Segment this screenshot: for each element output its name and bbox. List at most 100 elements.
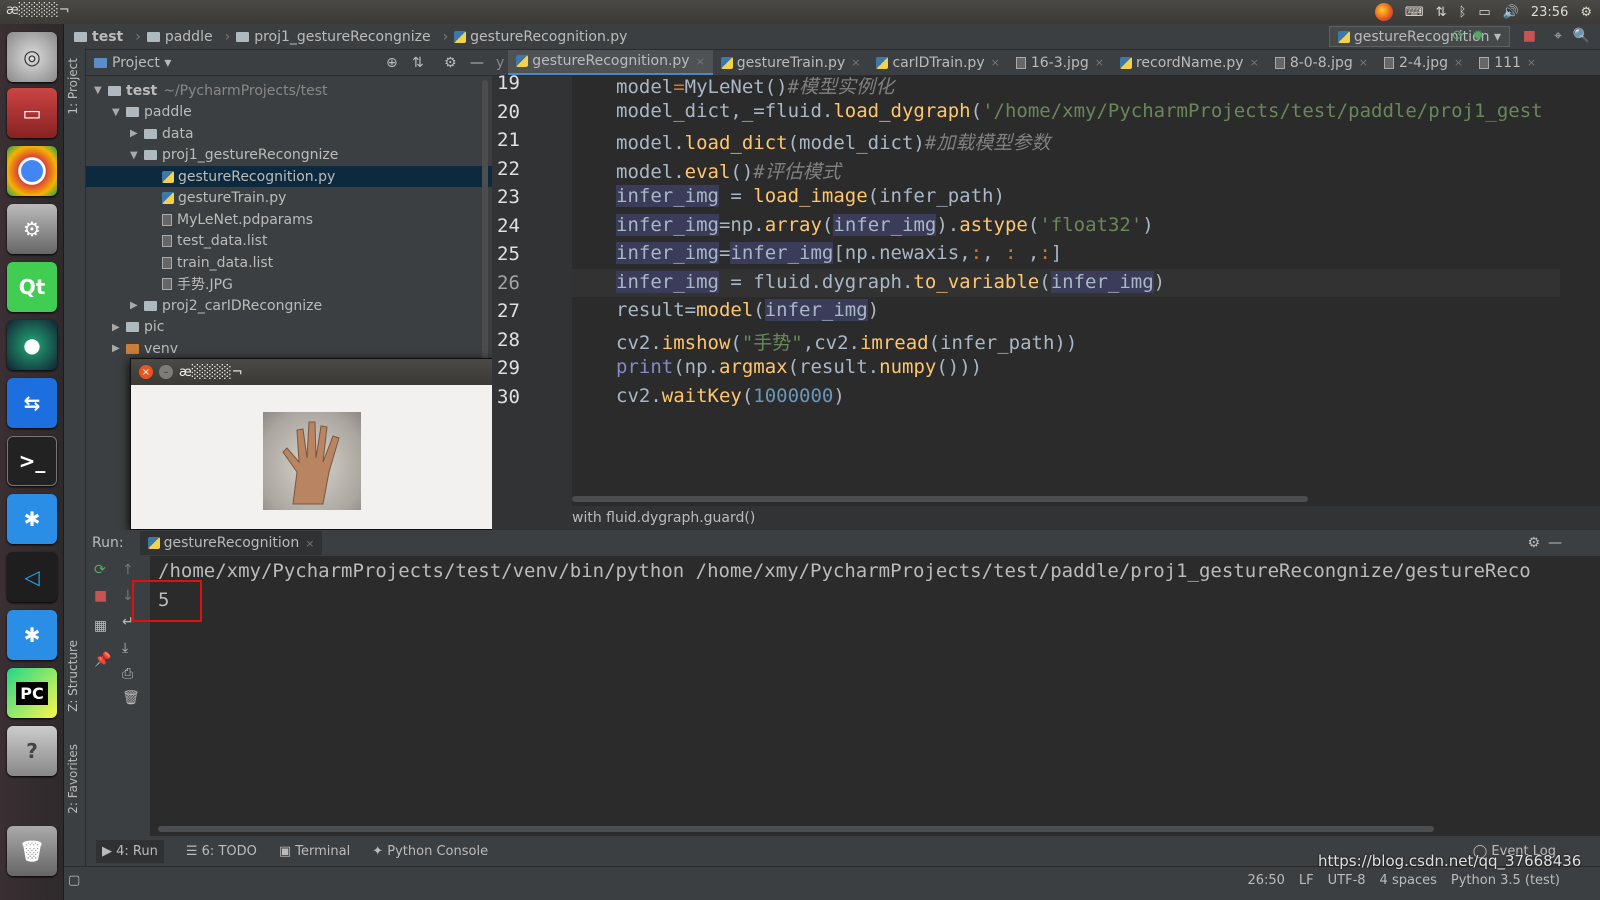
breadcrumb-item[interactable]: proj1_gestureRecongnize (236, 29, 431, 45)
tree-item[interactable]: ▶ venv (86, 338, 492, 359)
project-view-select[interactable]: Project (112, 55, 160, 71)
collapse-icon[interactable]: ⇅ (412, 55, 424, 71)
app-star-icon-2[interactable]: ✱ (7, 610, 57, 660)
battery-icon[interactable]: ▭ (1478, 5, 1490, 20)
keyboard-icon[interactable]: ⌨ (1405, 5, 1424, 20)
network-icon[interactable]: ⇅ (1436, 5, 1447, 20)
rerun-icon[interactable]: ⟳ (94, 562, 106, 578)
vcs-icon[interactable]: ⌖ (1554, 28, 1562, 44)
app-star-icon[interactable]: ✱ (7, 494, 57, 544)
tab-run[interactable]: ▶ 4: Run (96, 839, 164, 863)
editor-marker-bar[interactable] (1560, 76, 1600, 506)
clock[interactable]: 23:56 (1531, 5, 1568, 20)
indent-setting[interactable]: 4 spaces (1380, 873, 1437, 888)
editor-tab[interactable]: recordName.py × (1112, 50, 1267, 75)
close-tab-icon[interactable]: × (1359, 56, 1368, 69)
camera-icon[interactable]: ● (7, 320, 57, 370)
system-settings-icon[interactable]: ⚙ (7, 204, 57, 254)
layout-icon[interactable]: ▦ (94, 618, 107, 634)
clear-icon[interactable]: 🗑 (122, 690, 140, 706)
tree-item[interactable]: test_data.list (86, 231, 492, 252)
tab-python-console[interactable]: ✦ Python Console (372, 844, 488, 859)
close-tab-icon[interactable]: × (1454, 56, 1463, 69)
help-icon[interactable]: ? (7, 726, 57, 776)
close-tab-icon[interactable]: × (305, 537, 314, 550)
tree-item[interactable]: gestureRecognition.py (86, 166, 492, 187)
caret-position[interactable]: 26:50 (1247, 873, 1284, 888)
breadcrumb-item[interactable]: paddle (146, 29, 213, 45)
breadcrumb-item[interactable]: test (74, 29, 123, 45)
vscode-icon[interactable]: ◁ (7, 552, 57, 602)
tree-item[interactable]: ▼ paddle (86, 102, 492, 123)
debug-icon[interactable]: ✹ (1472, 28, 1484, 44)
close-tab-icon[interactable]: × (991, 56, 1000, 69)
code-editor[interactable]: model=MyLeNet()#模型实例化 model_dict,_=fluid… (572, 76, 1560, 506)
tree-item[interactable]: ▶ proj2_carIDRecongnize (86, 295, 492, 316)
image-window[interactable]: × – æ░░░░¬ (130, 358, 494, 530)
minimize-icon[interactable]: – (159, 365, 173, 379)
settings-gear-icon[interactable]: ⚙ (1580, 5, 1592, 20)
gear-icon[interactable]: ⚙ (1527, 535, 1540, 551)
tree-scrollbar[interactable] (482, 80, 488, 380)
hide-icon[interactable]: — (470, 55, 484, 71)
chrome-icon[interactable] (7, 146, 57, 196)
tool-windows-icon[interactable]: ▢ (68, 873, 80, 888)
volume-icon[interactable]: 🔊 (1503, 5, 1519, 20)
tree-item[interactable]: train_data.list (86, 252, 492, 273)
structure-tool-button[interactable]: Z: Structure (66, 640, 80, 712)
tree-item[interactable]: ▼ proj1_gestureRecongnize (86, 145, 492, 166)
rerun-icon[interactable]: ⟳ (1452, 28, 1464, 44)
editor-tab[interactable]: 8-0-8.jpg × (1267, 50, 1376, 75)
pin-icon[interactable]: 📌 (94, 652, 111, 668)
editor-tab[interactable]: 2-4.jpg × (1376, 50, 1471, 75)
favorites-tool-button[interactable]: 2: Favorites (66, 744, 80, 814)
search-icon[interactable]: 🔍 (1573, 28, 1590, 44)
chevron-down-icon[interactable]: ▼ (112, 107, 126, 118)
hide-icon[interactable]: — (1548, 535, 1562, 551)
project-tool-button[interactable]: 1: Project (66, 58, 80, 115)
trash-icon[interactable]: 🗑 (7, 826, 57, 876)
close-tab-icon[interactable]: × (696, 55, 705, 68)
editor-tab[interactable]: carIDTrain.py × (868, 50, 1007, 75)
close-icon[interactable]: × (139, 365, 153, 379)
chevron-right-icon[interactable]: ▶ (112, 343, 126, 354)
close-tab-icon[interactable]: × (1250, 56, 1259, 69)
tree-item[interactable]: 手势.JPG (86, 274, 492, 295)
ubuntu-dash-icon[interactable]: ◎ (7, 32, 57, 82)
stop-icon[interactable]: ■ (1523, 28, 1536, 44)
run-tab[interactable]: gestureRecognition × (139, 531, 323, 555)
editor-tab[interactable]: 111 × (1471, 50, 1544, 75)
close-tab-icon[interactable]: × (1095, 56, 1104, 69)
tab-todo[interactable]: ☰ 6: TODO (186, 844, 257, 859)
editor-tab[interactable]: gestureRecognition.py × (508, 50, 713, 75)
code-context[interactable]: with fluid.dygraph.guard() (572, 510, 755, 526)
chevron-down-icon[interactable]: ▼ (130, 150, 144, 161)
terminal-icon[interactable]: >_ (7, 436, 57, 486)
gear-icon[interactable]: ⚙ (444, 55, 457, 71)
scroll-to-end-icon[interactable]: ⤓ (122, 640, 128, 656)
teamviewer-icon[interactable]: ⇆ (7, 378, 57, 428)
tree-item[interactable]: ▶ pic (86, 317, 492, 338)
chevron-right-icon[interactable]: ▶ (112, 322, 126, 333)
locate-icon[interactable]: ⊕ (386, 55, 398, 71)
qt-creator-icon[interactable]: Qt (7, 262, 57, 312)
console-horizontal-scrollbar[interactable] (158, 826, 1434, 832)
pycharm-icon[interactable]: PC (7, 668, 57, 718)
image-window-titlebar[interactable]: × – æ░░░░¬ (131, 359, 493, 385)
close-tab-icon[interactable]: × (1527, 56, 1536, 69)
run-console[interactable]: ⟳ ↑ ■ ↓ ▦ ↵ 📌 ⤓ ⎙ 🗑 /home/xmy/PycharmPro… (86, 556, 1600, 836)
chevron-right-icon[interactable]: ▶ (130, 128, 144, 139)
tree-item[interactable]: gestureTrain.py (86, 188, 492, 209)
editor-tab[interactable]: gestureTrain.py × (713, 50, 869, 75)
editor-horizontal-scrollbar[interactable] (572, 496, 1308, 502)
scroll-up-icon[interactable]: ↑ (122, 562, 134, 578)
interpreter[interactable]: Python 3.5 (test) (1451, 873, 1560, 888)
bluetooth-icon[interactable]: ᛒ (1459, 5, 1467, 20)
print-icon[interactable]: ⎙ (122, 666, 133, 682)
stop-icon[interactable]: ■ (94, 588, 107, 604)
line-separator[interactable]: LF (1299, 873, 1314, 888)
tab-terminal[interactable]: ▣ Terminal (279, 844, 350, 859)
chevron-down-icon[interactable]: ▼ (94, 85, 108, 96)
breadcrumb-item[interactable]: gestureRecognition.py (454, 29, 627, 45)
file-encoding[interactable]: UTF-8 (1328, 873, 1366, 888)
